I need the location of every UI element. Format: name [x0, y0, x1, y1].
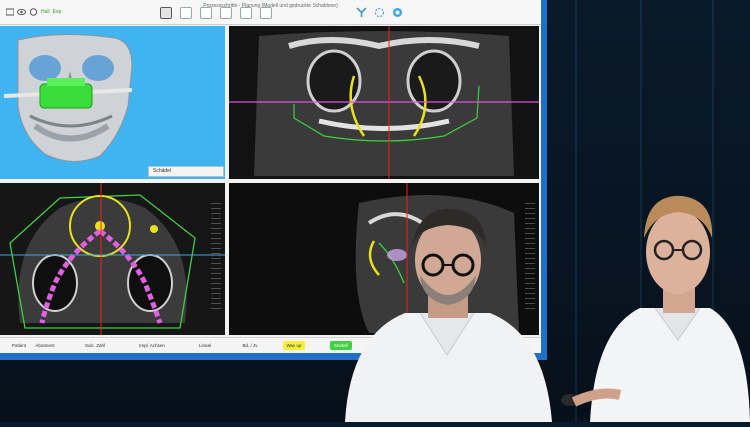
viewport-coronal-ct[interactable]	[229, 26, 539, 179]
toolbar-label-exp[interactable]: Exp	[53, 9, 62, 15]
toolbar-left-group: Hall Exp	[6, 8, 61, 16]
eye-icon[interactable]	[17, 8, 26, 16]
viewport-3d-skull[interactable]: Schädel	[0, 26, 225, 179]
view-dropdown[interactable]: Schädel	[148, 166, 224, 177]
step-abutment[interactable]: Abutment	[30, 341, 60, 350]
step-bd[interactable]: Bd. / Jv	[238, 341, 262, 350]
toolbar-label-hall[interactable]: Hall	[41, 9, 50, 15]
visibility-icon[interactable]	[6, 8, 14, 16]
step-ruler[interactable]: Lineal	[193, 341, 217, 350]
globe-icon[interactable]	[392, 7, 403, 18]
rotate-icon[interactable]	[374, 7, 385, 18]
view-tools	[356, 7, 403, 18]
tool-buttons	[160, 7, 272, 19]
coronal-ct-slice	[229, 26, 539, 179]
implant-icon[interactable]	[200, 7, 212, 19]
measure-icon[interactable]	[220, 7, 232, 19]
presenter-left	[340, 205, 555, 422]
step-implant-axes[interactable]: Impl. Achsen	[135, 341, 169, 350]
export-icon[interactable]	[260, 7, 272, 19]
viewport-axial-ct[interactable]	[0, 183, 225, 335]
presenter-right	[560, 190, 750, 422]
toolbar: Prozessschritte - Planung (Modell und ge…	[0, 0, 541, 25]
layout-icon[interactable]	[160, 7, 172, 19]
presenter-left-figure	[345, 208, 552, 422]
axial-ct-slice	[0, 183, 225, 335]
guide-icon[interactable]	[240, 7, 252, 19]
tooth-icon[interactable]	[180, 7, 192, 19]
step-wax-up[interactable]: Wax up	[283, 341, 305, 350]
axial-slice-ruler[interactable]	[211, 203, 221, 313]
crosshair-icon[interactable]	[356, 7, 367, 18]
skull-3d-render	[3, 33, 133, 162]
presenter-right-figure	[561, 195, 750, 422]
camera-icon[interactable]	[29, 8, 38, 16]
step-sulcus[interactable]: Sulc. Zahl	[80, 341, 110, 350]
